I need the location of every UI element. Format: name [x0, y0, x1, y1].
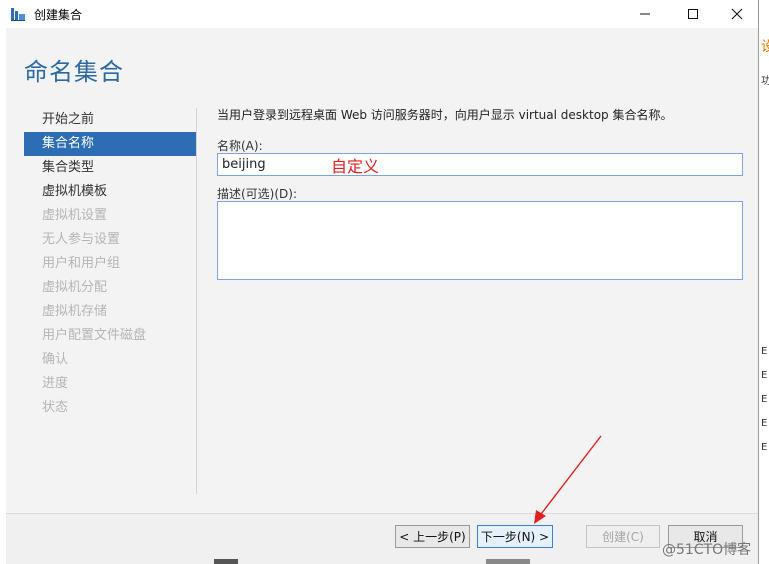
nav-item-collection-name[interactable]: 集合名称	[24, 132, 196, 156]
create-collection-window: 创建集合 命名集合 开始之前 集合名称 集合类型 虚拟机模板 虚拟机设置 无人参…	[0, 0, 759, 564]
nav-item-before-you-begin[interactable]: 开始之前	[24, 108, 196, 132]
bottom-edge-mark	[214, 559, 238, 564]
nav-item-progress: 进度	[42, 376, 69, 391]
strip-char: 〈	[761, 310, 769, 330]
nav-item-collection-type[interactable]: 集合类型	[24, 156, 196, 180]
nav-divider	[196, 108, 197, 494]
strip-char: E	[761, 394, 768, 405]
name-label: 名称(A):	[217, 139, 263, 153]
wizard-nav: 开始之前 集合名称 集合类型 虚拟机模板 虚拟机设置 无人参与设置 用户和用户组…	[24, 108, 196, 420]
server-manager-icon	[10, 6, 26, 22]
nav-item-confirmation: 确认	[42, 352, 69, 367]
maximize-icon	[688, 9, 698, 19]
strip-char: E	[761, 418, 768, 429]
collection-name-input[interactable]: beijing	[217, 153, 743, 176]
minimize-button[interactable]	[622, 0, 668, 28]
annotation-custom-text: 自定义	[331, 157, 380, 176]
nav-item-vm-template[interactable]: 虚拟机模板	[24, 180, 196, 204]
strip-char: E	[761, 442, 768, 453]
bottom-edge-mark	[486, 559, 530, 564]
page-title: 命名集合	[24, 58, 124, 86]
description-label: 描述(可选)(D):	[217, 187, 298, 201]
nav-item-unattended-settings: 无人参与设置	[42, 232, 121, 247]
nav-item-vm-storage: 虚拟机存储	[42, 304, 108, 319]
close-icon	[731, 8, 743, 20]
background-window-strip: 设 功 〈 E E E E E	[759, 0, 769, 564]
minimize-icon	[640, 13, 650, 15]
previous-button[interactable]: < 上一步(P)	[395, 525, 470, 548]
collection-description-textarea[interactable]	[217, 201, 743, 280]
nav-item-vm-settings: 虚拟机设置	[42, 208, 108, 223]
close-button[interactable]	[714, 0, 760, 28]
nav-item-users-groups: 用户和用户组	[42, 256, 121, 271]
nav-item-vm-allocation: 虚拟机分配	[42, 280, 108, 295]
nav-item-results: 状态	[42, 400, 69, 415]
collection-name-description: 当用户登录到远程桌面 Web 访问服务器时，向用户显示 virtual desk…	[217, 108, 673, 122]
nav-item-user-profile-disks: 用户配置文件磁盘	[42, 328, 147, 343]
window-title: 创建集合	[34, 7, 83, 22]
maximize-button[interactable]	[670, 0, 716, 28]
strip-char: E	[761, 346, 768, 357]
annotation-arrow	[534, 435, 602, 524]
strip-char: 功	[761, 76, 769, 87]
strip-char: 设	[761, 39, 769, 55]
watermark: @51CTO博客	[662, 542, 752, 558]
strip-char: E	[761, 370, 768, 381]
